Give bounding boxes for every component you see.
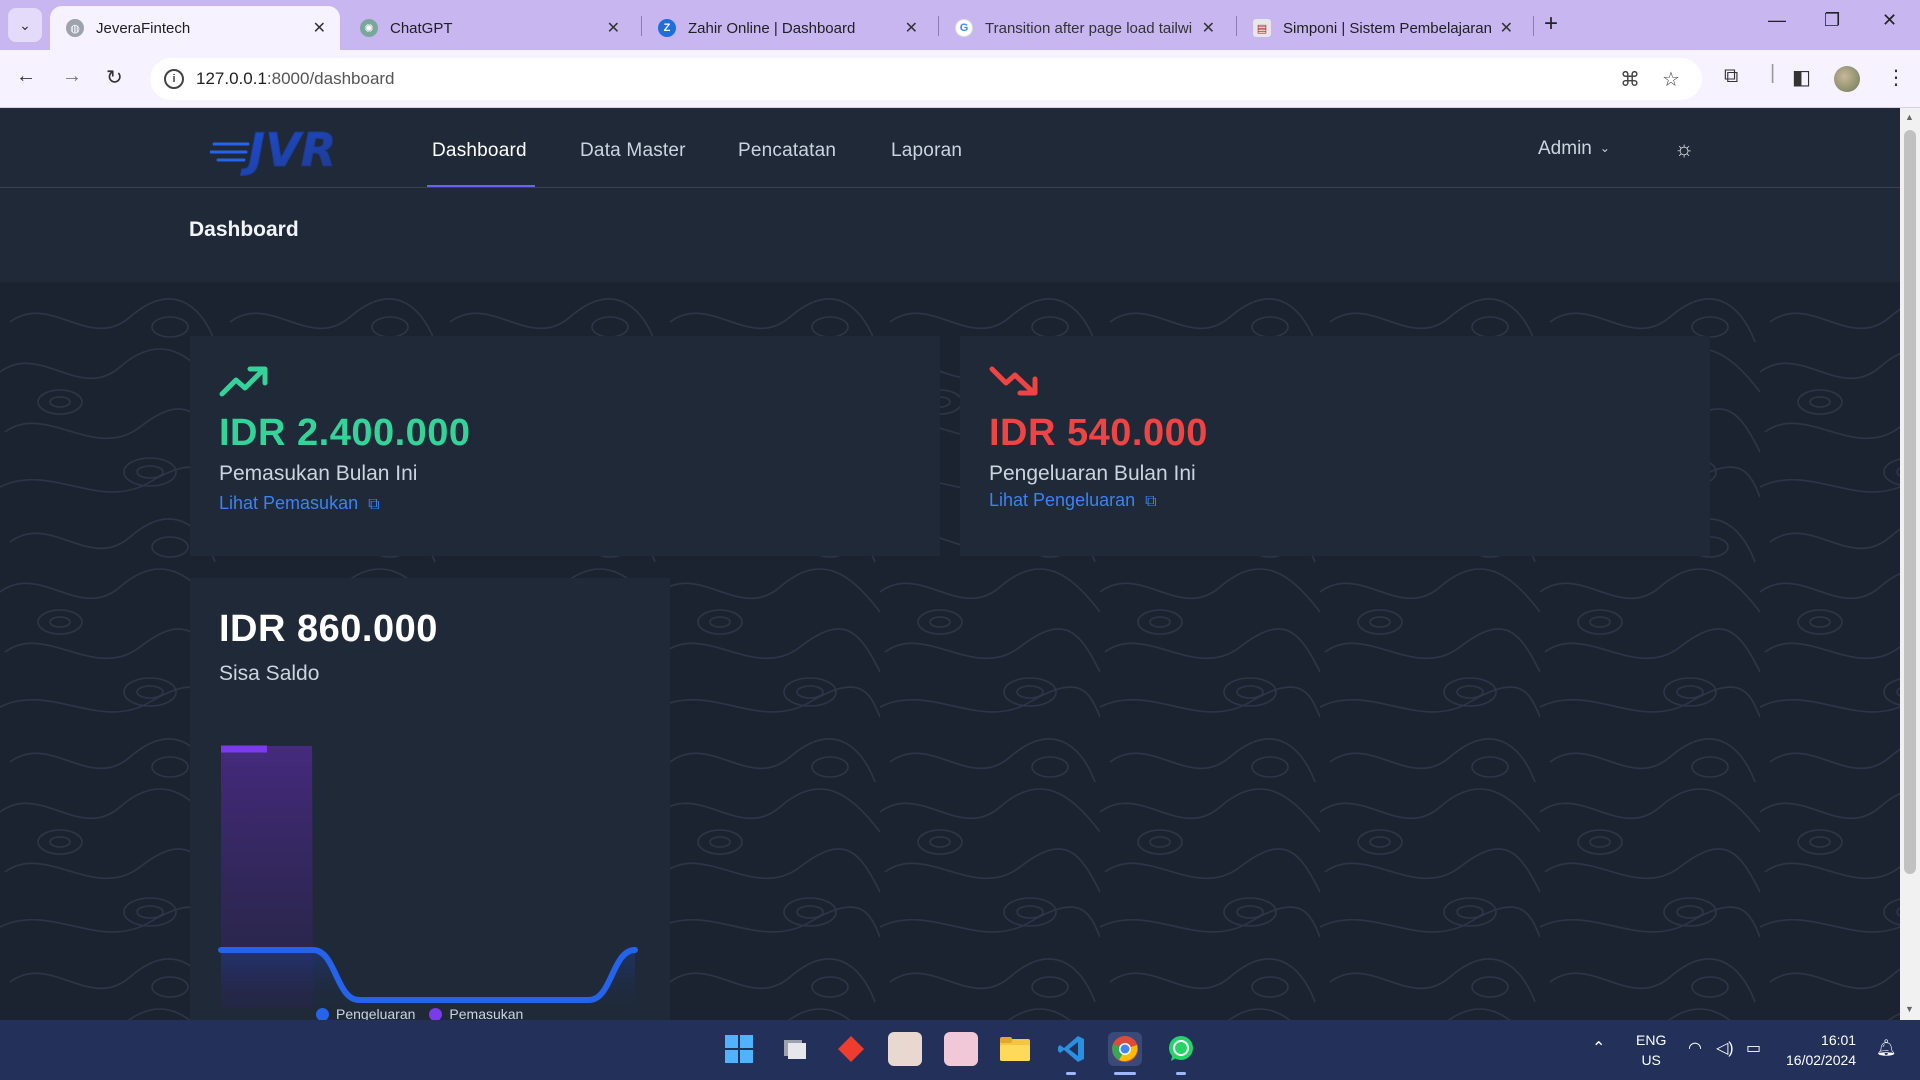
- topographic-background: IDR 2.400.000 Pemasukan Bulan Ini Lihat …: [0, 282, 1900, 1020]
- expense-card: IDR 540.000 Pengeluaran Bulan Ini Lihat …: [960, 336, 1710, 556]
- site-info-icon[interactable]: i: [164, 69, 184, 89]
- toolbar-divider: |: [1770, 62, 1776, 84]
- tab-chatgpt[interactable]: ✺ ChatGPT ✕: [344, 6, 634, 50]
- close-icon[interactable]: ✕: [607, 18, 620, 38]
- chart-legend: Pengeluaran Pemasukan: [316, 1006, 523, 1020]
- google-icon: G: [955, 19, 973, 37]
- external-link-icon: ⧉: [368, 496, 380, 513]
- wifi-icon[interactable]: ◠: [1688, 1038, 1702, 1058]
- legend-label-pengeluaran: Pengeluaran: [336, 1006, 416, 1020]
- chrome-icon[interactable]: [1108, 1032, 1142, 1066]
- close-icon[interactable]: ✕: [905, 18, 918, 38]
- user-name: Admin: [1538, 138, 1592, 159]
- reload-button[interactable]: ↻: [106, 65, 123, 90]
- whatsapp-icon[interactable]: [1164, 1032, 1198, 1066]
- tab-simponi[interactable]: ▤ Simponi | Sistem Pembelajaran ✕: [1237, 6, 1527, 50]
- view-income-link[interactable]: Lihat Pemasukan ⧉: [219, 493, 380, 514]
- forward-button[interactable]: →: [62, 65, 82, 88]
- file-explorer-icon[interactable]: [998, 1032, 1032, 1066]
- scrollbar-thumb[interactable]: [1904, 130, 1916, 874]
- anime-app-icon-2[interactable]: [944, 1032, 978, 1066]
- page-scrollbar[interactable]: ▲ ▼: [1900, 108, 1920, 1020]
- top-navigation: JVR Dashboard Data Master Pencatatan Lap…: [0, 108, 1900, 188]
- minimize-button[interactable]: —: [1768, 10, 1786, 31]
- scroll-up-arrow-icon[interactable]: ▲: [1905, 112, 1914, 122]
- close-icon[interactable]: ✕: [1202, 18, 1215, 38]
- chatgpt-icon: ✺: [360, 19, 378, 37]
- page-header: Dashboard: [0, 188, 1900, 282]
- profile-avatar[interactable]: [1834, 66, 1860, 92]
- view-expense-link[interactable]: Lihat Pengeluaran ⧉: [989, 490, 1157, 511]
- jvr-logo[interactable]: JVR: [210, 122, 366, 176]
- income-amount: IDR 2.400.000: [219, 412, 471, 454]
- battery-icon[interactable]: ▭: [1746, 1038, 1761, 1058]
- page-title: Dashboard: [189, 218, 299, 241]
- browser-tab-bar: ⌄ ◍ JeveraFintech ✕ ✺ ChatGPT ✕ Z Zahir …: [0, 0, 1920, 50]
- app-running-indicator: [1066, 1072, 1076, 1075]
- user-menu[interactable]: Admin ⌄: [1538, 138, 1610, 160]
- expense-amount: IDR 540.000: [989, 412, 1208, 454]
- volume-icon[interactable]: ◁): [1716, 1038, 1734, 1058]
- git-icon[interactable]: [834, 1032, 868, 1066]
- simponi-icon: ▤: [1253, 19, 1271, 37]
- close-icon[interactable]: ✕: [1500, 18, 1513, 38]
- windows-start-icon[interactable]: [722, 1032, 756, 1066]
- side-panel-icon[interactable]: ◧: [1792, 65, 1811, 90]
- zahir-icon: Z: [658, 19, 676, 37]
- nav-data-master[interactable]: Data Master: [580, 140, 686, 162]
- svg-text:JVR: JVR: [240, 123, 336, 176]
- app-active-indicator: [1114, 1072, 1136, 1075]
- notification-bell-icon[interactable]: 🔔︎: [1876, 1038, 1896, 1058]
- tab-separator: [1533, 16, 1534, 36]
- tab-search-button[interactable]: ⌄: [8, 8, 42, 42]
- tab-google-search[interactable]: G Transition after page load tailwi ✕: [939, 6, 1229, 50]
- legend-dot-pemasukan: [429, 1007, 443, 1020]
- restore-button[interactable]: ❐: [1824, 10, 1840, 31]
- income-card: IDR 2.400.000 Pemasukan Bulan Ini Lihat …: [190, 336, 940, 556]
- income-label: Pemasukan Bulan Ini: [219, 462, 418, 485]
- tab-zahir[interactable]: Z Zahir Online | Dashboard ✕: [642, 6, 932, 50]
- scroll-down-arrow-icon[interactable]: ▼: [1905, 1004, 1914, 1014]
- external-link-icon: ⧉: [1145, 493, 1157, 510]
- active-nav-indicator: [427, 185, 535, 187]
- chevron-down-icon: ⌄: [19, 16, 31, 33]
- menu-icon[interactable]: ⋮: [1886, 65, 1906, 90]
- url-text[interactable]: 127.0.0.1:8000/dashboard: [196, 69, 395, 89]
- balance-card: IDR 860.000 Sisa Saldo Pengeluaran Pemas…: [190, 578, 670, 1020]
- nav-laporan[interactable]: Laporan: [891, 140, 962, 162]
- close-icon[interactable]: ✕: [313, 18, 326, 38]
- balance-chart: [218, 745, 638, 1018]
- translate-icon[interactable]: ⌘: [1620, 67, 1640, 92]
- app-running-indicator: [1176, 1072, 1186, 1075]
- windows-taskbar: ⌃ ENG US ◠ ◁) ▭ 16:01 16/02/2024 🔔︎: [0, 1020, 1920, 1080]
- chevron-down-icon: ⌄: [1599, 141, 1610, 155]
- clock[interactable]: 16:01 16/02/2024: [1786, 1030, 1856, 1070]
- chevron-up-icon[interactable]: ⌃: [1592, 1038, 1605, 1058]
- nav-pencatatan[interactable]: Pencatatan: [738, 140, 836, 162]
- extensions-icon[interactable]: ⧉: [1724, 65, 1738, 88]
- globe-icon: ◍: [66, 19, 84, 37]
- page-viewport: JVR Dashboard Data Master Pencatatan Lap…: [0, 108, 1900, 1020]
- star-icon[interactable]: ☆: [1662, 67, 1680, 92]
- task-view-icon[interactable]: [778, 1032, 812, 1066]
- new-tab-button[interactable]: +: [1544, 10, 1558, 38]
- theme-toggle-sun-icon[interactable]: ☼: [1674, 136, 1694, 162]
- trend-up-icon: [219, 366, 268, 397]
- window-close-button[interactable]: ✕: [1882, 10, 1897, 31]
- trend-down-icon: [989, 366, 1038, 396]
- address-bar[interactable]: i 127.0.0.1:8000/dashboard ⌘ ☆: [150, 58, 1702, 100]
- vscode-icon[interactable]: [1054, 1032, 1088, 1066]
- browser-toolbar: ← → ↻ i 127.0.0.1:8000/dashboard ⌘ ☆ ⧉ |…: [0, 50, 1920, 108]
- legend-dot-pengeluaran: [316, 1007, 329, 1020]
- legend-label-pemasukan: Pemasukan: [449, 1006, 524, 1020]
- nav-dashboard[interactable]: Dashboard: [432, 140, 527, 162]
- back-button[interactable]: ←: [16, 65, 36, 88]
- anime-app-icon[interactable]: [888, 1032, 922, 1066]
- language-indicator[interactable]: ENG US: [1636, 1030, 1666, 1070]
- tab-jeverafintech[interactable]: ◍ JeveraFintech ✕: [50, 6, 340, 50]
- expense-label: Pengeluaran Bulan Ini: [989, 462, 1196, 485]
